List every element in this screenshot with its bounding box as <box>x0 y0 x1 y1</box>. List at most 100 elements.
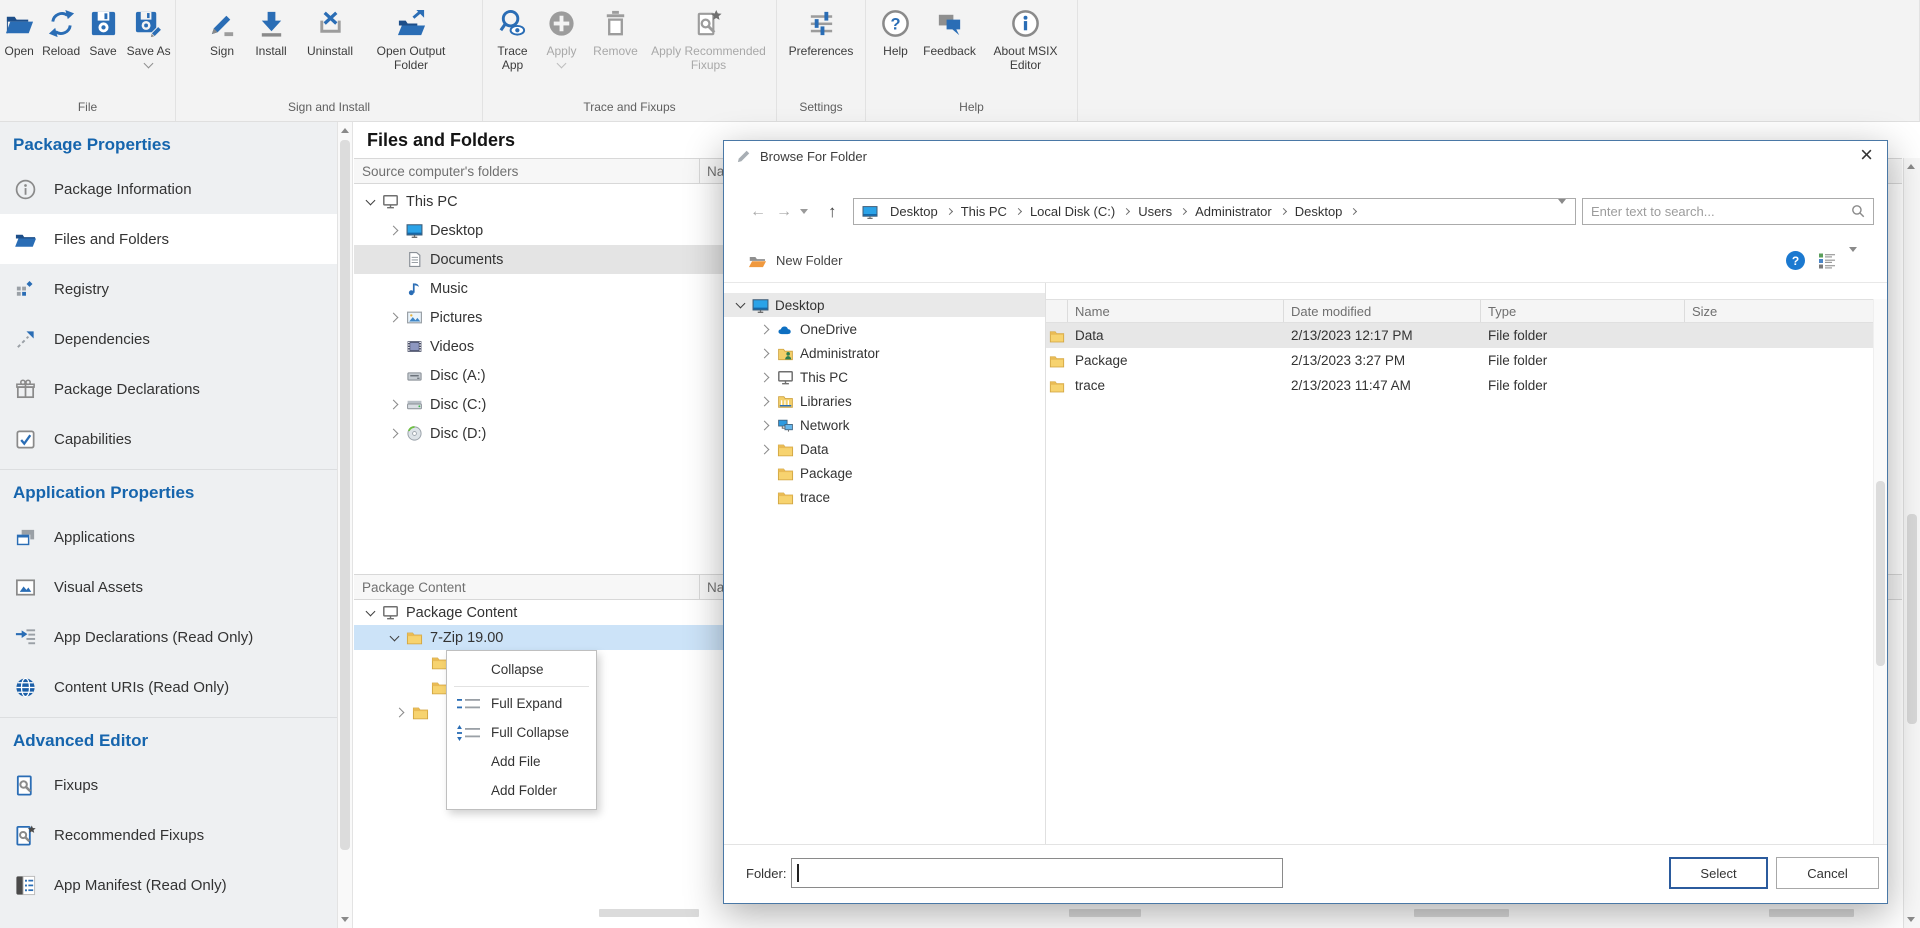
tree-item-7zip[interactable]: 7-Zip 19.00 <box>354 625 724 650</box>
search-icon[interactable] <box>1851 204 1866 219</box>
chevron-right-icon[interactable] <box>1350 208 1357 215</box>
chevron-right-icon[interactable] <box>1015 208 1022 215</box>
help-icon[interactable]: ? <box>1786 251 1805 270</box>
chevron-down-icon[interactable] <box>731 296 750 315</box>
reload-button[interactable]: Reload <box>38 7 84 59</box>
breadcrumb[interactable]: Desktop This PC Local Disk (C:) Users Ad… <box>853 198 1576 225</box>
date-modified-column-header[interactable]: Date modified <box>1284 300 1481 322</box>
name-column-header[interactable]: Name <box>1068 300 1284 322</box>
sidebar-item-fixups[interactable]: Fixups <box>0 760 337 810</box>
chevron-right-icon[interactable] <box>756 344 775 363</box>
list-scrollbar[interactable] <box>1873 299 1887 844</box>
chevron-right-icon[interactable] <box>385 424 404 443</box>
tree-item-disc-d[interactable]: Disc (D:) <box>354 419 724 448</box>
select-button[interactable]: Select <box>1669 857 1768 889</box>
tree-item-videos[interactable]: Videos <box>354 332 724 361</box>
up-arrow-icon[interactable]: ↑ <box>828 198 837 225</box>
save-button[interactable]: Save <box>84 7 122 59</box>
open-output-folder-button[interactable]: Open Output Folder <box>363 7 459 74</box>
breadcrumb-item-users[interactable]: Users <box>1131 204 1179 219</box>
breadcrumb-item-this-pc[interactable]: This PC <box>954 204 1014 219</box>
breadcrumb-item-desktop-current[interactable]: Desktop <box>1288 204 1350 219</box>
icon-column-header[interactable] <box>1046 300 1068 322</box>
save-as-button[interactable]: Save As <box>122 7 175 68</box>
menu-item-add-folder[interactable]: Add Folder <box>447 776 596 805</box>
tree-item-pictures[interactable]: Pictures <box>354 303 724 332</box>
open-button[interactable]: Open <box>0 7 38 59</box>
history-dropdown-icon[interactable] <box>800 198 808 225</box>
scrollbar-up-arrow[interactable] <box>338 122 352 139</box>
sidebar-item-visual-assets[interactable]: Visual Assets <box>0 562 337 612</box>
chevron-right-icon[interactable] <box>1180 208 1187 215</box>
scrollbar-thumb[interactable] <box>1907 514 1917 724</box>
chevron-right-icon[interactable] <box>385 308 404 327</box>
breadcrumb-dropdown-icon[interactable] <box>1558 204 1566 219</box>
trace-app-button[interactable]: Trace App <box>488 7 538 74</box>
dialog-tree-item-administrator[interactable]: Administrator <box>724 341 1045 365</box>
sidebar-item-registry[interactable]: Registry <box>0 264 337 314</box>
about-msix-editor-button[interactable]: About MSIX Editor <box>983 7 1069 74</box>
sidebar-item-capabilities[interactable]: Capabilities <box>0 414 337 464</box>
dialog-tree-item-this-pc[interactable]: This PC <box>724 365 1045 389</box>
breadcrumb-item-desktop[interactable]: Desktop <box>883 204 945 219</box>
search-input[interactable] <box>1583 199 1851 224</box>
feedback-button[interactable]: Feedback <box>917 7 983 59</box>
scrollbar-up-arrow[interactable] <box>1904 158 1918 175</box>
view-details-icon[interactable] <box>1818 252 1836 270</box>
sidebar-scrollbar[interactable] <box>337 122 353 928</box>
menu-item-full-collapse[interactable]: Full Collapse <box>447 718 596 747</box>
chevron-right-icon[interactable] <box>756 416 775 435</box>
forward-arrow-icon[interactable]: → <box>776 198 792 225</box>
uninstall-button[interactable]: Uninstall <box>297 7 363 59</box>
tree-item-this-pc[interactable]: This PC <box>354 187 724 216</box>
tree-item-music[interactable]: Music <box>354 274 724 303</box>
sidebar-item-applications[interactable]: Applications <box>0 512 337 562</box>
type-column-header[interactable]: Type <box>1481 300 1685 322</box>
chevron-right-icon[interactable] <box>1123 208 1130 215</box>
remove-button[interactable]: Remove <box>586 7 646 59</box>
breadcrumb-item-administrator[interactable]: Administrator <box>1188 204 1279 219</box>
scrollbar-thumb[interactable] <box>340 140 350 850</box>
folder-input[interactable] <box>791 858 1283 888</box>
new-folder-button[interactable]: New Folder <box>748 251 842 270</box>
menu-item-full-expand[interactable]: Full Expand <box>447 689 596 718</box>
size-column-header[interactable]: Size <box>1685 300 1873 322</box>
scrollbar-down-arrow[interactable] <box>338 911 352 928</box>
chevron-right-icon[interactable] <box>1280 208 1287 215</box>
main-grid-scrollbar[interactable] <box>1903 158 1920 928</box>
chevron-right-icon[interactable] <box>385 395 404 414</box>
view-dropdown-icon[interactable] <box>1849 252 1857 270</box>
chevron-right-icon[interactable] <box>756 368 775 387</box>
chevron-right-icon[interactable] <box>756 392 775 411</box>
list-row-trace[interactable]: trace 2/13/2023 11:47 AM File folder <box>1046 373 1873 398</box>
cancel-button[interactable]: Cancel <box>1776 857 1879 889</box>
sidebar-item-files-and-folders[interactable]: Files and Folders <box>0 214 337 264</box>
dialog-tree-item-network[interactable]: Network <box>724 413 1045 437</box>
close-icon[interactable]: × <box>1860 144 1873 166</box>
tree-item-documents[interactable]: Documents <box>354 245 724 274</box>
preferences-button[interactable]: Preferences <box>781 7 861 59</box>
dialog-title-bar[interactable]: Browse For Folder <box>724 141 1887 171</box>
dialog-tree-item-trace[interactable]: trace <box>724 485 1045 509</box>
chevron-right-icon[interactable] <box>391 703 410 722</box>
breadcrumb-item-local-disk-c[interactable]: Local Disk (C:) <box>1023 204 1122 219</box>
scrollbar-down-arrow[interactable] <box>1904 911 1918 928</box>
chevron-down-icon[interactable] <box>144 59 154 69</box>
help-button[interactable]: Help <box>875 7 917 59</box>
chevron-down-icon[interactable] <box>361 603 380 622</box>
sidebar-item-recommended-fixups[interactable]: Recommended Fixups <box>0 810 337 860</box>
tree-item-package-content-root[interactable]: Package Content <box>354 600 724 625</box>
install-button[interactable]: Install <box>245 7 297 59</box>
dialog-tree-item-onedrive[interactable]: OneDrive <box>724 317 1045 341</box>
scrollbar-thumb[interactable] <box>1876 481 1885 666</box>
dialog-tree-item-data[interactable]: Data <box>724 437 1045 461</box>
dialog-tree-item-desktop[interactable]: Desktop <box>724 293 1045 317</box>
menu-item-collapse[interactable]: Collapse <box>447 655 596 684</box>
sidebar-item-app-declarations[interactable]: App Declarations (Read Only) <box>0 612 337 662</box>
sidebar-item-dependencies[interactable]: Dependencies <box>0 314 337 364</box>
chevron-right-icon[interactable] <box>946 208 953 215</box>
apply-button[interactable]: Apply <box>538 7 586 68</box>
chevron-right-icon[interactable] <box>756 440 775 459</box>
sidebar-item-app-manifest[interactable]: App Manifest (Read Only) <box>0 860 337 910</box>
tree-item-disc-c[interactable]: Disc (C:) <box>354 390 724 419</box>
